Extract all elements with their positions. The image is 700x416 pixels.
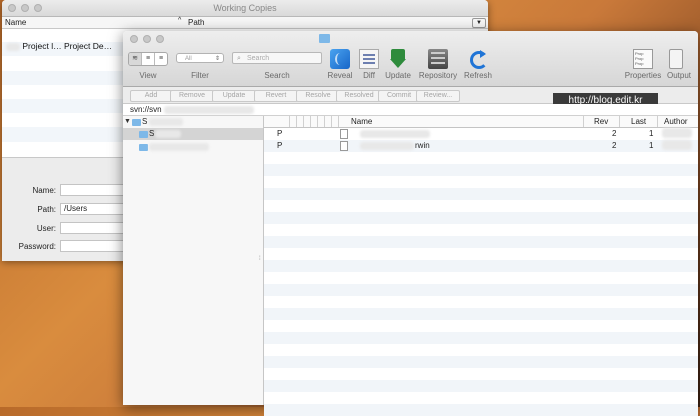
path-label: Path:: [37, 205, 56, 214]
path-field[interactable]: /Users: [60, 203, 124, 215]
finder-icon[interactable]: [330, 49, 350, 69]
redacted-text: [155, 130, 181, 138]
output-button[interactable]: Output: [664, 71, 694, 80]
view-segmented-control[interactable]: ≋ ≡ ≡: [128, 52, 168, 66]
splitter-handle[interactable]: ⁞: [259, 256, 261, 262]
resolved-button[interactable]: Resolved: [336, 90, 382, 102]
redacted-text: [360, 142, 414, 150]
resolve-button[interactable]: Resolve: [296, 90, 340, 102]
table-row[interactable]: P 2 1: [264, 128, 698, 140]
update-action-button[interactable]: Update: [212, 90, 256, 102]
redacted-text: [6, 42, 20, 51]
minimize-button[interactable]: [143, 35, 151, 43]
column-rev[interactable]: Rev: [594, 117, 608, 126]
zoom-button[interactable]: [156, 35, 164, 43]
file-list[interactable]: Name Rev Last Author P 2 1 P rwin 2 1: [264, 116, 698, 416]
last-cell: 1: [649, 129, 654, 138]
document-icon: [340, 129, 348, 139]
refresh-button[interactable]: Refresh: [460, 71, 496, 80]
window-controls: [130, 35, 164, 43]
properties-button[interactable]: Properties: [623, 71, 663, 80]
sort-ascending-icon: ^: [178, 17, 182, 24]
redacted-text: [149, 143, 209, 151]
window-title: Working Copies: [213, 3, 277, 13]
diff-icon[interactable]: [359, 49, 379, 69]
view-columns-icon[interactable]: ≋: [129, 53, 142, 65]
password-field[interactable]: [60, 240, 124, 252]
output-icon[interactable]: [669, 49, 683, 69]
rev-cell: 2: [612, 141, 617, 150]
commit-button[interactable]: Commit: [378, 90, 420, 102]
rev-cell: 2: [612, 129, 617, 138]
add-button[interactable]: Add: [130, 90, 172, 102]
column-path[interactable]: Path: [188, 18, 204, 27]
close-button[interactable]: [130, 35, 138, 43]
status-cell: P: [277, 141, 283, 150]
revert-button[interactable]: Revert: [254, 90, 298, 102]
repository-url: svn://svn: [130, 105, 254, 114]
chevron-updown-icon: ⇕: [214, 56, 220, 62]
review-button[interactable]: Review...: [416, 90, 460, 102]
sidebar-item[interactable]: [123, 141, 263, 153]
diff-button[interactable]: Diff: [355, 71, 383, 80]
repository-url-bar: svn://svn: [123, 104, 698, 116]
update-button[interactable]: Update: [381, 71, 415, 80]
last-cell: 1: [649, 141, 654, 150]
redacted-text: [163, 105, 254, 114]
column-last[interactable]: Last: [631, 117, 646, 126]
file-name-cell: rwin: [415, 141, 430, 150]
sidebar-item-root[interactable]: ▼ S: [123, 116, 263, 128]
repository-sidebar[interactable]: ▼ S S: [123, 116, 264, 405]
password-label: Password:: [18, 242, 56, 251]
name-label: Name:: [32, 186, 56, 195]
column-menu-icon[interactable]: ▼: [472, 18, 486, 28]
filter-label: Filter: [191, 71, 209, 80]
file-list-header: Name Rev Last Author: [264, 116, 698, 128]
download-arrow-icon[interactable]: [388, 49, 408, 69]
user-field[interactable]: [60, 222, 124, 234]
repository-icon[interactable]: [428, 49, 448, 69]
redacted-text: [662, 128, 692, 138]
folder-icon: [139, 144, 148, 151]
status-cell: P: [277, 129, 283, 138]
search-label: Search: [264, 71, 290, 80]
redacted-text: [360, 130, 430, 138]
repository-window: ≋ ≡ ≡ View All ⇕ Filter ⌕ Search Search …: [123, 31, 698, 416]
view-label: View: [139, 71, 157, 80]
properties-icon[interactable]: Prop Prop Prop: [633, 49, 653, 69]
search-icon: ⌕: [237, 55, 241, 62]
file-rows: [264, 128, 698, 416]
folder-icon: [319, 34, 330, 43]
filter-select[interactable]: All ⇕: [176, 53, 224, 63]
toolbar: ≋ ≡ ≡ View All ⇕ Filter ⌕ Search Search …: [123, 31, 698, 87]
column-name[interactable]: Name: [5, 18, 26, 27]
redacted-text: [149, 118, 183, 126]
view-outline-icon[interactable]: ≡: [155, 53, 167, 65]
column-author[interactable]: Author: [664, 117, 688, 126]
user-label: User:: [36, 224, 56, 233]
column-name[interactable]: Name: [351, 117, 372, 126]
repository-button[interactable]: Repository: [415, 71, 461, 80]
sidebar-item-selected[interactable]: S: [123, 128, 263, 140]
disclosure-triangle-icon[interactable]: ▼: [124, 118, 131, 125]
reveal-button[interactable]: Reveal: [324, 71, 356, 80]
folder-icon: [139, 131, 148, 138]
refresh-icon[interactable]: [468, 49, 488, 69]
table-row[interactable]: P rwin 2 1: [264, 140, 698, 152]
name-field[interactable]: [60, 184, 124, 196]
list-item[interactable]: Project l… Project De…: [6, 41, 112, 51]
redacted-text: [662, 140, 692, 150]
search-input[interactable]: ⌕ Search: [232, 52, 322, 64]
folder-icon: [132, 119, 141, 126]
titlebar: Working Copies: [2, 0, 488, 17]
remove-button[interactable]: Remove: [170, 90, 214, 102]
document-icon: [340, 141, 348, 151]
view-list-icon[interactable]: ≡: [142, 53, 155, 65]
